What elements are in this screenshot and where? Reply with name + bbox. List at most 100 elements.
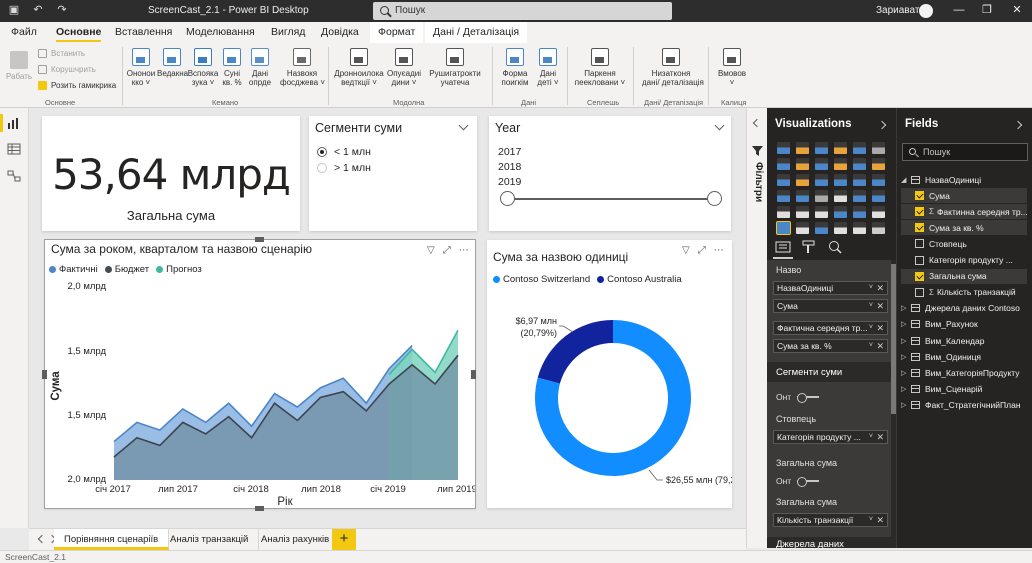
- amount-slicer[interactable]: Сегменти суми < 1 млн > 1 млн: [309, 116, 477, 231]
- resize-handle[interactable]: [255, 506, 264, 511]
- chevron-right-icon[interactable]: ▷: [901, 401, 909, 409]
- toggle-switch[interactable]: [797, 477, 820, 487]
- ribbon-button-8[interactable]: Рушигатрокти учатеча: [424, 48, 486, 87]
- chevron-down-icon[interactable]: ˅: [869, 514, 873, 526]
- chevron-left-icon[interactable]: [37, 534, 47, 544]
- add-page-button[interactable]: +: [332, 529, 356, 550]
- remove-icon[interactable]: ✕: [876, 514, 884, 526]
- well-section-header[interactable]: Джерела даних: [767, 537, 891, 548]
- kpi-card[interactable]: 53,64 млрд Загальна сума: [42, 116, 300, 231]
- data-view-icon[interactable]: [7, 143, 21, 155]
- field-table-row[interactable]: ▷ Вим_КатегоріяПродукту: [901, 365, 1027, 380]
- well-field-item[interactable]: НазваОдиниці ˅ ✕: [773, 281, 888, 295]
- menu-tab-data-drill[interactable]: Дані / Деталізація: [425, 22, 528, 43]
- restore-icon[interactable]: ❐: [980, 3, 994, 17]
- resize-handle[interactable]: [255, 237, 264, 242]
- year-range-start-handle[interactable]: [500, 191, 515, 206]
- visual-type-icon[interactable]: [776, 221, 791, 235]
- chevron-down-icon[interactable]: ˅: [869, 282, 873, 294]
- well-field-item[interactable]: Фактична середня тр... ˅ ✕: [773, 321, 888, 335]
- visual-type-icon[interactable]: [796, 142, 809, 154]
- toggle-row[interactable]: Онт: [776, 392, 820, 403]
- save-icon[interactable]: ▣: [8, 4, 20, 16]
- ribbon-button-11[interactable]: Паркеня пеекловани ˅: [574, 48, 626, 87]
- field-item-row[interactable]: Σ Кількість транзакцій: [901, 285, 1027, 300]
- visual-type-icon[interactable]: [834, 158, 847, 170]
- format-painter-button[interactable]: Розить гамикрика: [38, 81, 116, 90]
- menu-tab-help[interactable]: Довідка: [321, 26, 359, 38]
- page-tab-2[interactable]: Аналіз рахунків: [251, 529, 341, 550]
- title-search-box[interactable]: Пошук: [373, 2, 672, 20]
- chevron-down-icon[interactable]: [458, 120, 469, 131]
- chevron-right-icon[interactable]: [877, 120, 887, 130]
- toggle-row[interactable]: Онт: [776, 476, 820, 487]
- well-field-item[interactable]: Сума за кв. % ˅ ✕: [773, 339, 888, 353]
- ribbon-button-13[interactable]: Вмовов ˅: [714, 48, 750, 87]
- chevron-down-icon[interactable]: [714, 120, 725, 131]
- field-table-row[interactable]: ▷ Вим_Одиниця: [901, 349, 1027, 364]
- fields-well-tab[interactable]: [773, 240, 793, 259]
- field-table-row[interactable]: ▷ Джерела даних Contoso: [901, 301, 1027, 316]
- year-item[interactable]: 2018: [498, 161, 521, 173]
- legend-item[interactable]: Бюджет: [104, 264, 149, 275]
- chevron-right-icon[interactable]: ▷: [901, 337, 909, 345]
- checkbox-empty-icon[interactable]: [915, 239, 924, 249]
- visual-type-icon[interactable]: [834, 206, 847, 218]
- visual-type-icon[interactable]: [872, 158, 885, 170]
- visual-type-icon[interactable]: [815, 222, 828, 234]
- checkbox-empty-icon[interactable]: [915, 287, 924, 297]
- visual-type-icon[interactable]: [777, 174, 790, 186]
- chevron-down-icon[interactable]: ˅: [869, 300, 873, 312]
- visual-type-icon[interactable]: [796, 222, 809, 234]
- visual-type-icon[interactable]: [853, 206, 866, 218]
- chevron-down-icon[interactable]: ˅: [869, 340, 873, 352]
- fields-search-input[interactable]: Пошук: [902, 143, 1028, 161]
- undo-icon[interactable]: ↶: [32, 4, 44, 16]
- year-item[interactable]: 2019: [498, 176, 521, 188]
- ribbon-button-1[interactable]: Ведакна: [157, 48, 188, 78]
- report-view-icon[interactable]: [7, 117, 21, 129]
- copy-button[interactable]: Корушчрить: [38, 65, 96, 74]
- ribbon-button-2[interactable]: Вспояка зука ˅: [187, 48, 219, 87]
- series-area-budget[interactable]: [114, 355, 458, 480]
- resize-handle[interactable]: [471, 370, 476, 379]
- visual-type-icon[interactable]: [815, 174, 828, 186]
- visual-type-icon[interactable]: [834, 190, 847, 202]
- visual-type-icon[interactable]: [872, 206, 885, 218]
- year-slicer[interactable]: Year 2017 2018 2019: [489, 116, 731, 231]
- field-table-row[interactable]: ▷ Факт_СтратегічнийПлан: [901, 397, 1027, 412]
- well-section-header[interactable]: Сегменти суми: [767, 362, 891, 382]
- chevron-down-icon[interactable]: ◢: [901, 176, 909, 184]
- chevron-right-icon[interactable]: ▷: [901, 353, 909, 361]
- focus-mode-icon[interactable]: ⤢: [443, 245, 451, 256]
- donut-chart-visual[interactable]: Сума за назвою одиниці ▽ ⤢ ⋯ Contoso Swi…: [487, 240, 732, 508]
- checkbox-checked-icon[interactable]: [915, 271, 924, 281]
- remove-icon[interactable]: ✕: [876, 322, 884, 334]
- menu-tab-file[interactable]: Файл: [11, 26, 37, 38]
- field-item-row[interactable]: Стовпець: [901, 236, 1027, 251]
- legend-item[interactable]: Фактичні: [49, 264, 98, 275]
- avatar[interactable]: [919, 4, 933, 18]
- ribbon-button-0[interactable]: Ононои кко ˅: [126, 48, 156, 87]
- chevron-down-icon[interactable]: ˅: [869, 322, 873, 334]
- remove-icon[interactable]: ✕: [876, 282, 884, 294]
- chevron-right-icon[interactable]: [1013, 120, 1023, 130]
- ribbon-button-6[interactable]: Дронноилока ведткції ˅: [333, 48, 385, 87]
- visual-type-icon[interactable]: [853, 142, 866, 154]
- visual-type-icon[interactable]: [777, 158, 790, 170]
- visual-type-icon[interactable]: [872, 190, 885, 202]
- checkbox-checked-icon[interactable]: [915, 191, 924, 201]
- ribbon-button-7[interactable]: Опуєадиі дини ˅: [386, 48, 422, 87]
- cut-button[interactable]: Встанить: [38, 49, 85, 58]
- ribbon-button-9[interactable]: Форма поигкім: [498, 48, 532, 87]
- field-table-row[interactable]: ◢ НазваОдиниці: [901, 172, 1027, 187]
- chevron-right-icon[interactable]: ▷: [901, 385, 909, 393]
- checkbox-checked-icon[interactable]: [915, 223, 924, 233]
- visual-type-icon[interactable]: [777, 206, 790, 218]
- slicer-option-gt1m[interactable]: > 1 млн: [317, 162, 371, 174]
- year-range-track[interactable]: [508, 198, 714, 200]
- menu-tab-home[interactable]: Основне: [56, 26, 102, 42]
- analytics-magnifier-icon[interactable]: [827, 240, 843, 254]
- year-item[interactable]: 2017: [498, 146, 521, 158]
- ribbon-button-10[interactable]: Дані деті ˅: [534, 48, 562, 87]
